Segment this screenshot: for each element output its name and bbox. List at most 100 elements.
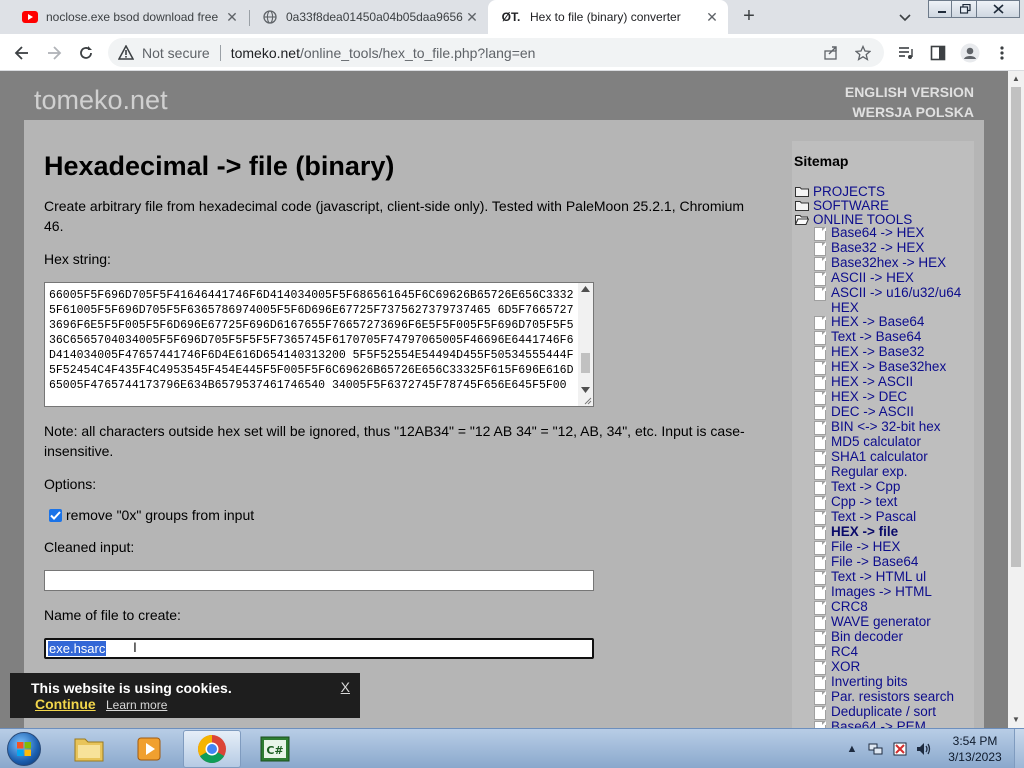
action-center-icon[interactable] — [892, 741, 908, 757]
close-window-button[interactable] — [976, 0, 1020, 18]
sitemap-item[interactable]: Par. resistors search — [814, 689, 974, 705]
scroll-down-icon[interactable]: ▼ — [1008, 712, 1024, 728]
sitemap-item[interactable]: Deduplicate / sort — [814, 704, 974, 720]
sitemap-item[interactable]: ASCII -> HEX — [814, 270, 974, 286]
document-icon — [814, 526, 826, 540]
profile-avatar-icon[interactable] — [958, 41, 982, 65]
sitemap-item[interactable]: WAVE generator — [814, 614, 974, 630]
sitemap-folder-projects[interactable]: PROJECTS — [795, 184, 974, 199]
sitemap-item[interactable]: BIN <-> 32-bit hex — [814, 419, 974, 435]
cookie-continue-link[interactable]: Continue — [35, 696, 96, 712]
sitemap-item[interactable]: Regular exp. — [814, 464, 974, 480]
share-icon[interactable] — [818, 38, 844, 67]
file-explorer-taskbar-button[interactable] — [60, 730, 118, 768]
sitemap-item[interactable]: File -> HEX — [814, 539, 974, 555]
sitemap-folder-online-tools[interactable]: ONLINE TOOLS — [795, 212, 974, 227]
start-button[interactable] — [2, 729, 46, 768]
sitemap-item[interactable]: Base32hex -> HEX — [814, 255, 974, 271]
site-logo[interactable]: tomeko.net — [34, 85, 168, 116]
bookmark-star-icon[interactable] — [850, 38, 876, 67]
sitemap-item[interactable]: Images -> HTML — [814, 584, 974, 600]
sitemap-item[interactable]: HEX -> Base32hex — [814, 359, 974, 375]
close-icon[interactable]: ✕ — [704, 9, 720, 25]
scroll-down-icon[interactable] — [581, 387, 590, 393]
chevron-down-icon[interactable] — [896, 8, 914, 26]
forward-button[interactable] — [42, 41, 66, 65]
sitemap-folder-software[interactable]: SOFTWARE — [795, 198, 974, 213]
restore-button[interactable] — [951, 0, 979, 18]
hex-string-textarea[interactable]: 66005F5F696D705F5F41646441746F6D41403400… — [44, 282, 594, 407]
sitemap-item[interactable]: HEX -> ASCII — [814, 374, 974, 390]
chrome-taskbar-button[interactable] — [183, 730, 241, 768]
english-version-link[interactable]: ENGLISH VERSION — [845, 82, 974, 102]
scroll-up-icon[interactable]: ▲ — [1008, 71, 1024, 87]
close-icon[interactable]: ✕ — [224, 9, 240, 25]
sitemap-item[interactable]: Cpp -> text — [814, 494, 974, 510]
document-icon — [814, 451, 826, 465]
sitemap-item[interactable]: Bin decoder — [814, 629, 974, 645]
address-bar[interactable]: Not secure tomeko.net /online_tools/hex_… — [108, 38, 884, 67]
sitemap-item[interactable]: Inverting bits — [814, 674, 974, 690]
tab-youtube[interactable]: noclose.exe bsod download free ✕ — [10, 0, 248, 34]
sitemap-item-label: HEX -> DEC — [831, 389, 908, 404]
url-path: /online_tools/hex_to_file.php?lang=en — [299, 44, 536, 61]
scroll-up-icon[interactable] — [581, 286, 590, 292]
show-hidden-icons-icon[interactable]: ▲ — [844, 741, 860, 757]
security-label[interactable]: Not secure — [142, 45, 210, 61]
tab-hash[interactable]: 0a33f8dea01450a04b05daa9656 ✕ — [250, 0, 488, 34]
polish-version-link[interactable]: WERSJA POLSKA — [845, 102, 974, 122]
sitemap-item-label: Base64 -> PEM — [831, 719, 926, 728]
cookie-learn-more-link[interactable]: Learn more — [106, 698, 167, 712]
sitemap-item[interactable]: Text -> Cpp — [814, 479, 974, 495]
cleaned-input-field[interactable] — [44, 570, 594, 591]
textarea-scroll-thumb[interactable] — [581, 353, 590, 373]
sitemap-item[interactable]: MD5 calculator — [814, 434, 974, 450]
language-links: ENGLISH VERSION WERSJA POLSKA — [845, 82, 974, 122]
menu-kebab-icon[interactable] — [990, 41, 1014, 65]
network-icon[interactable] — [868, 741, 884, 757]
side-panel-icon[interactable] — [926, 41, 950, 65]
sitemap-item[interactable]: HEX -> DEC — [814, 389, 974, 405]
sitemap-item[interactable]: SHA1 calculator — [814, 449, 974, 465]
cookie-close-button[interactable]: X — [341, 679, 350, 695]
sitemap-item[interactable]: Base64 -> PEM — [814, 719, 974, 728]
reload-button[interactable] — [74, 41, 98, 65]
new-tab-button[interactable]: + — [738, 6, 760, 28]
filename-input[interactable]: exe.hsarc I — [44, 638, 594, 659]
volume-icon[interactable] — [916, 741, 932, 757]
sitemap-item[interactable]: Text -> HTML ul — [814, 569, 974, 585]
textarea-scrollbar[interactable] — [578, 283, 593, 406]
sitemap-item-label: Base32 -> HEX — [831, 240, 925, 255]
sitemap-item-label: CRC8 — [831, 599, 868, 614]
sitemap-item[interactable]: Base32 -> HEX — [814, 240, 974, 256]
tab-hex-converter[interactable]: ØT. Hex to file (binary) converter ✕ — [488, 0, 728, 34]
back-button[interactable] — [10, 41, 34, 65]
youtube-icon — [22, 9, 38, 25]
media-player-taskbar-button[interactable] — [120, 730, 178, 768]
warning-icon[interactable] — [117, 43, 135, 61]
show-desktop-button[interactable] — [1014, 729, 1024, 768]
csharp-taskbar-button[interactable]: C# — [246, 730, 304, 768]
sitemap-item[interactable]: Text -> Pascal — [814, 509, 974, 525]
page-scroll-thumb[interactable] — [1011, 87, 1021, 567]
remove-0x-checkbox[interactable] — [49, 508, 62, 522]
sitemap-item[interactable]: CRC8 — [814, 599, 974, 615]
sitemap-item[interactable]: HEX -> file — [814, 524, 974, 540]
close-icon[interactable]: ✕ — [464, 9, 480, 25]
document-icon — [814, 421, 826, 435]
sitemap-item[interactable]: RC4 — [814, 644, 974, 660]
resize-handle-icon[interactable] — [584, 397, 592, 405]
sitemap-item[interactable]: ASCII -> u16/u32/u64 HEX — [814, 285, 974, 315]
sitemap-item[interactable]: HEX -> Base32 — [814, 344, 974, 360]
sitemap-item[interactable]: Text -> Base64 — [814, 329, 974, 345]
sitemap-item[interactable]: File -> Base64 — [814, 554, 974, 570]
remove-0x-label[interactable]: remove "0x" groups from input — [66, 507, 254, 523]
page-scrollbar[interactable]: ▲ ▼ — [1008, 71, 1024, 728]
media-control-icon[interactable] — [894, 41, 918, 65]
sitemap-item[interactable]: Base64 -> HEX — [814, 225, 974, 241]
sitemap-item[interactable]: XOR — [814, 659, 974, 675]
taskbar-clock[interactable]: 3:54 PM 3/13/2023 — [940, 733, 1010, 765]
sitemap-item[interactable]: HEX -> Base64 — [814, 314, 974, 330]
site-favicon: ØT. — [501, 10, 521, 24]
sitemap-item[interactable]: DEC -> ASCII — [814, 404, 974, 420]
